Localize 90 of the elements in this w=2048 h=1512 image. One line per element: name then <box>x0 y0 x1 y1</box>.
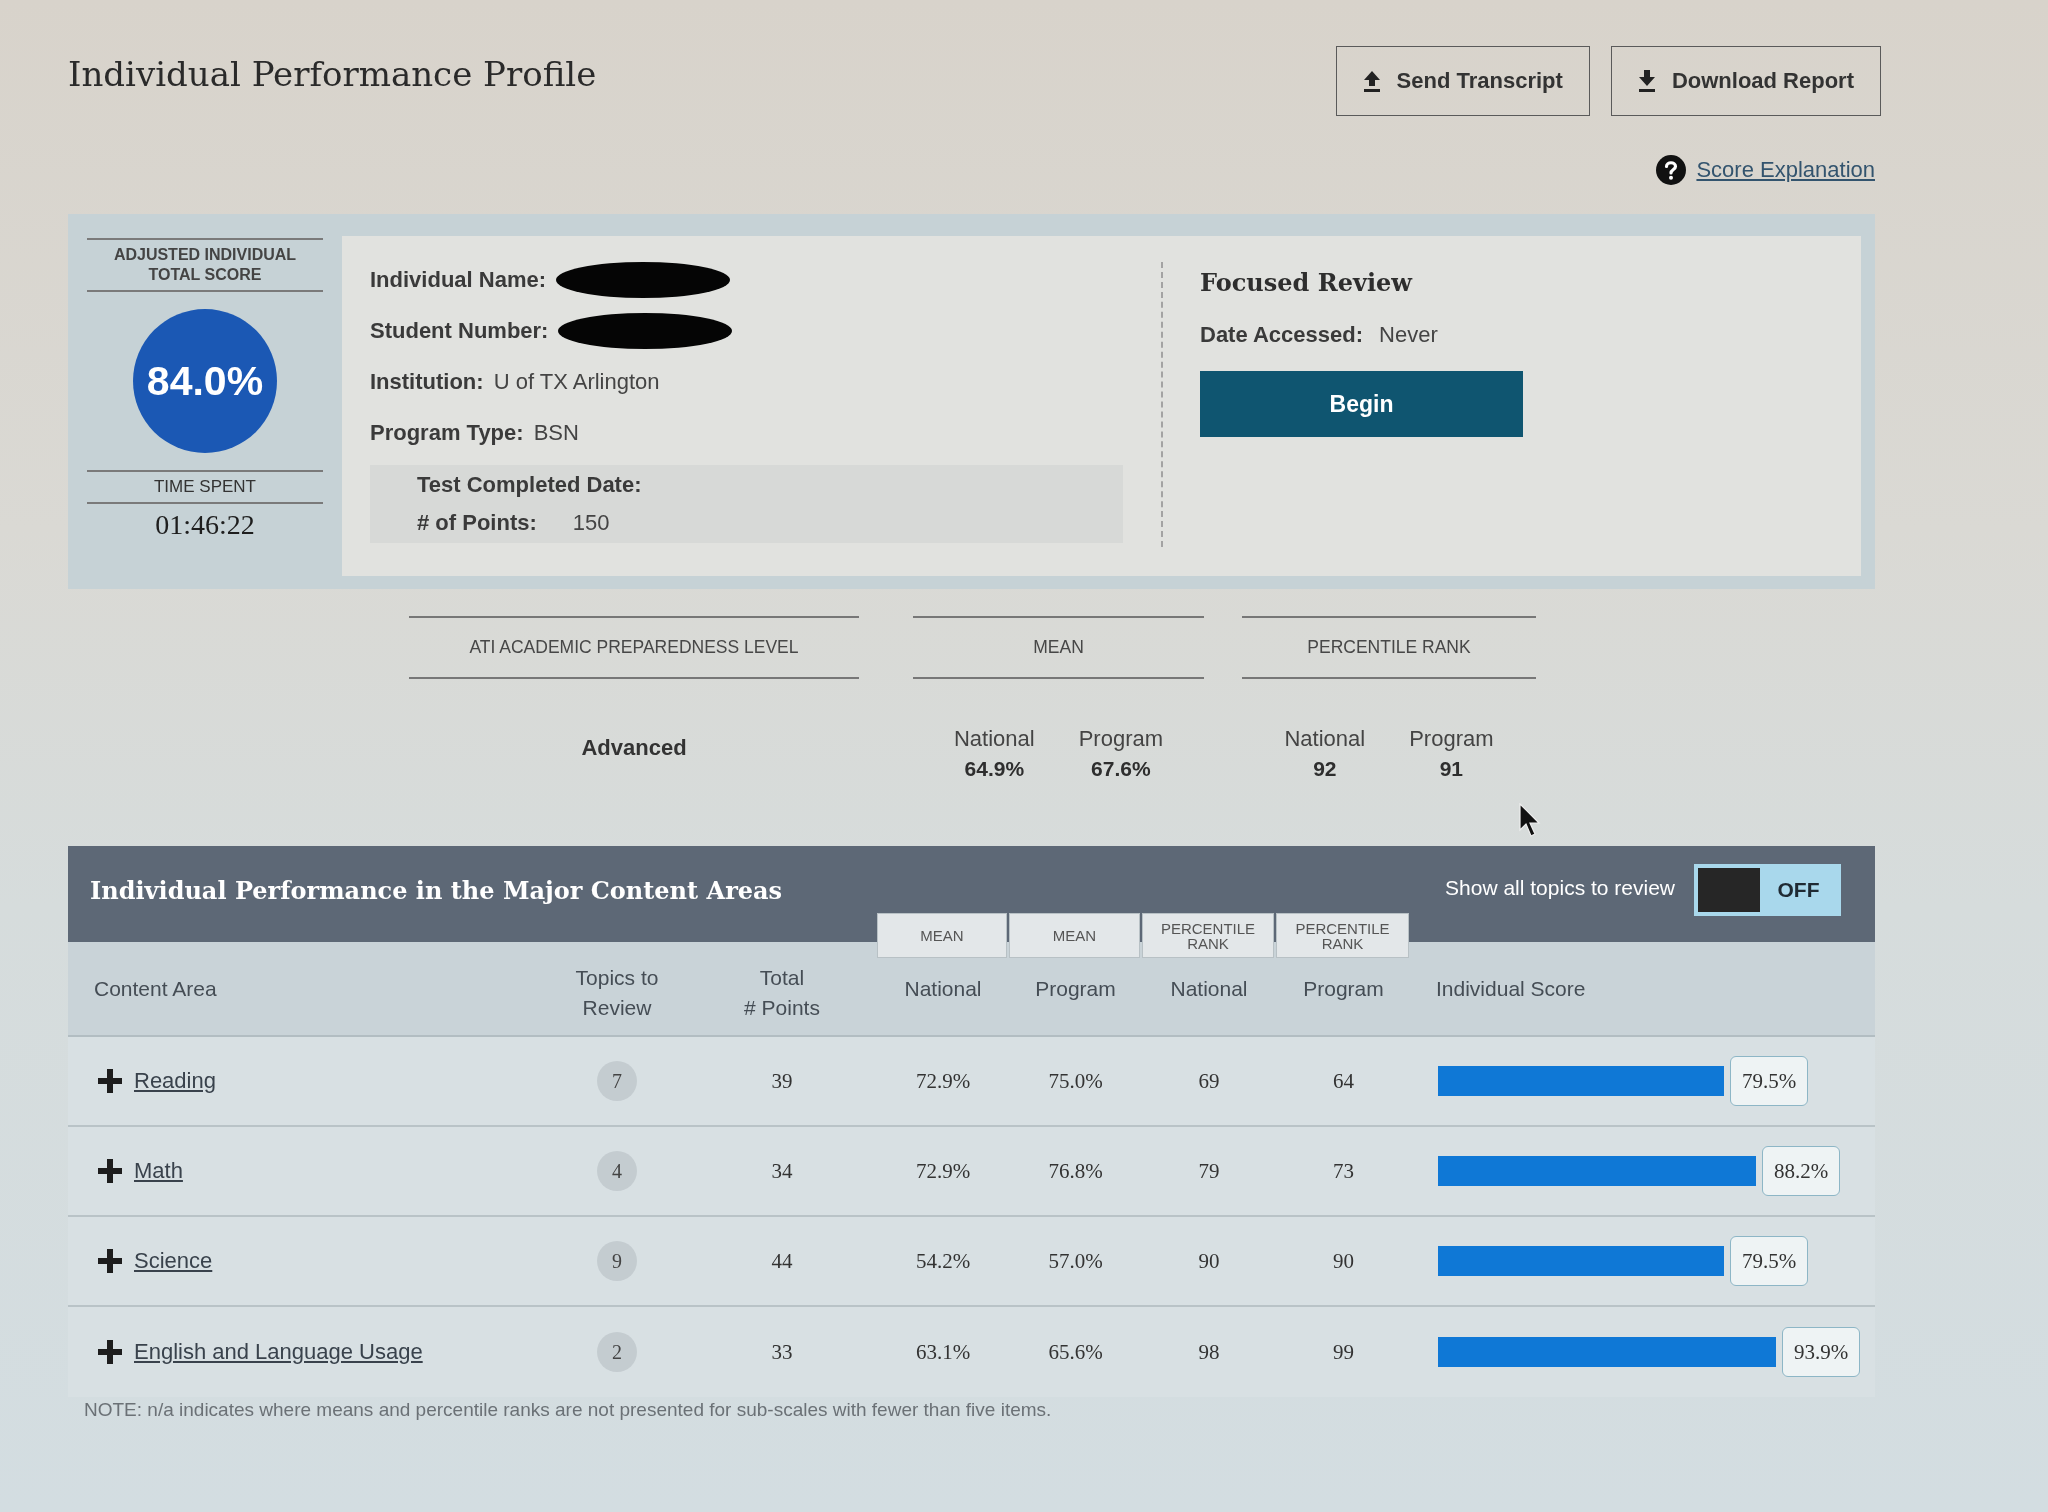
expand-icon[interactable] <box>98 1340 122 1364</box>
field-value: U of TX Arlington <box>493 368 660 395</box>
time-spent-value: 01:46:22 <box>155 510 255 540</box>
score-value-label: 79.5% <box>1730 1236 1809 1286</box>
column-header: Content Area <box>94 975 217 1002</box>
field-label: Date Accessed: <box>1200 321 1364 348</box>
content-area-link[interactable]: Science <box>134 1248 213 1274</box>
field-value: Never <box>1379 321 1438 348</box>
column-header: National <box>1170 975 1248 1002</box>
table-cell: 54.2% <box>915 1248 971 1274</box>
download-icon <box>1637 70 1656 92</box>
column-header: Program <box>1303 975 1384 1002</box>
table-cell: 72.9% <box>915 1068 971 1094</box>
table-cell: 64 <box>1333 1068 1354 1094</box>
download-report-button[interactable]: Download Report <box>1610 46 1881 116</box>
table-cell: 90 <box>1333 1248 1354 1274</box>
begin-button[interactable]: Begin <box>1200 371 1523 437</box>
stat-value: 67.6% <box>1091 756 1151 782</box>
field-label: Test Completed Date: <box>417 471 642 499</box>
preparedness-level: Advanced <box>580 735 688 761</box>
table-cell: 69 <box>1198 1068 1220 1094</box>
column-header: Individual Score <box>1436 975 1586 1002</box>
score-value-label: 93.9% <box>1782 1327 1861 1377</box>
help-icon[interactable] <box>1656 155 1687 185</box>
stat-label: Program <box>1409 725 1494 753</box>
table-cell: 44 <box>771 1248 793 1274</box>
summary-heading: MEAN <box>913 616 1204 679</box>
summary-heading: PERCENTILE RANK <box>1242 616 1536 679</box>
topics-count-badge: 2 <box>597 1332 637 1372</box>
table-cell: 72.9% <box>915 1158 971 1184</box>
stat-value: 64.9% <box>964 756 1025 782</box>
toggle-switch[interactable]: OFF <box>1694 864 1841 916</box>
table-cell: 98 <box>1198 1339 1220 1365</box>
table-cell: 39 <box>771 1068 793 1094</box>
column-group-label: MEAN <box>1009 913 1140 958</box>
stat-value: 91 <box>1439 756 1464 782</box>
content-area-link[interactable]: Math <box>134 1158 183 1184</box>
table-cell: 57.0% <box>1048 1248 1103 1274</box>
field-value: 150 <box>572 509 610 537</box>
table-note: NOTE: n/a indicates where means and percentile ranks are not presented for sub-scales with fewer than five items. <box>83 1398 1053 1422</box>
field-label: Institution: <box>370 368 484 395</box>
expand-icon[interactable] <box>98 1159 122 1183</box>
field-label: Student Number: <box>370 317 549 344</box>
field-label: Individual Name: <box>370 266 547 293</box>
time-spent-caption: TIME SPENT <box>87 470 323 504</box>
column-header: National <box>904 975 982 1002</box>
field-label: # of Points: <box>417 509 537 537</box>
switch-knob-icon <box>1698 868 1760 912</box>
score-explanation-link[interactable]: Score Explanation <box>1696 157 1875 183</box>
table-cell: 75.0% <box>1048 1068 1103 1094</box>
send-transcript-button[interactable]: Send Transcript <box>1335 46 1590 116</box>
table-cell: 33 <box>771 1339 793 1365</box>
focused-review-title: Focused Review <box>1200 267 1414 299</box>
field-label: Program Type: <box>370 419 524 446</box>
total-score-badge: 84.0% <box>133 309 277 453</box>
summary-heading: ATI ACADEMIC PREPAREDNESS LEVEL <box>409 616 859 679</box>
stat-label: National <box>953 725 1035 753</box>
table-cell: 76.8% <box>1048 1158 1103 1184</box>
section-title: Individual Performance in the Major Content Areas <box>90 875 783 905</box>
expand-icon[interactable] <box>98 1069 122 1093</box>
column-group-label: PERCENTILE RANK <box>1276 913 1409 958</box>
table-cell: 65.6% <box>1048 1339 1103 1365</box>
stat-label: Program <box>1078 725 1164 753</box>
content-area-link[interactable]: Reading <box>134 1068 216 1094</box>
topics-count-badge: 7 <box>597 1061 637 1101</box>
field-value: BSN <box>533 419 579 446</box>
topics-count-badge: 9 <box>597 1241 637 1281</box>
table-cell: 73 <box>1333 1158 1354 1184</box>
column-group-label: PERCENTILE RANK <box>1142 913 1274 958</box>
score-value-label: 79.5% <box>1730 1056 1809 1106</box>
table-cell: 34 <box>771 1158 793 1184</box>
mouse-cursor-icon <box>1519 803 1541 837</box>
table-cell: 79 <box>1198 1158 1220 1184</box>
score-value-label: 88.2% <box>1762 1146 1841 1196</box>
score-caption: ADJUSTED INDIVIDUAL TOTAL SCORE <box>87 238 323 292</box>
column-header: Topics to Review <box>575 964 659 1021</box>
expand-icon[interactable] <box>98 1249 122 1273</box>
page-title: Individual Performance Profile <box>68 54 597 94</box>
table-cell: 63.1% <box>915 1339 971 1365</box>
column-group-label: MEAN <box>877 913 1007 958</box>
stat-label: National <box>1284 725 1366 753</box>
table-cell: 90 <box>1198 1248 1220 1274</box>
upload-icon <box>1362 70 1381 92</box>
topics-count-badge: 4 <box>597 1151 637 1191</box>
column-header: Program <box>1035 975 1116 1002</box>
column-header: Total # Points <box>744 964 820 1021</box>
content-area-link[interactable]: English and Language Usage <box>134 1339 423 1365</box>
stat-value: 92 <box>1313 756 1337 782</box>
table-cell: 99 <box>1333 1339 1354 1365</box>
toggle-label: Show all topics to review <box>1445 876 1675 900</box>
